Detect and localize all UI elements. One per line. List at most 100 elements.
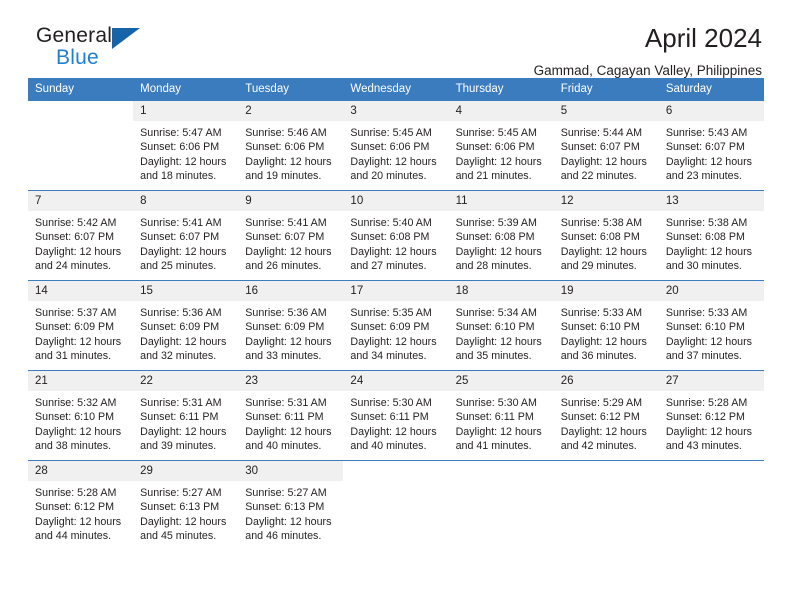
sunset-text: Sunset: 6:10 PM xyxy=(665,321,745,334)
daylight-text-line2: and 21 minutes. xyxy=(455,169,532,182)
day-number: 19 xyxy=(553,281,659,301)
day-details: Sunrise: 5:41 AM Sunset: 6:07 PM Daylight:… xyxy=(133,211,238,273)
day-details: Sunrise: 5:31 AM Sunset: 6:11 PM Daylight:… xyxy=(238,391,343,453)
day-cell-content xyxy=(28,101,134,190)
calendar-header-row: Sunday Monday Tuesday Wednesday Thursday… xyxy=(28,78,764,101)
daylight-text-line2: and 35 minutes. xyxy=(455,349,532,362)
day-number: 16 xyxy=(238,281,344,301)
day-cell-content: 29 Sunrise: 5:27 AM Sunset: 6:13 PM Dayligh… xyxy=(133,461,239,549)
logo-word-blue: Blue xyxy=(56,46,99,69)
day-number: 26 xyxy=(553,371,659,391)
calendar-day-cell xyxy=(28,100,134,191)
sunrise-sunset-calendar: Sunday Monday Tuesday Wednesday Thursday… xyxy=(28,78,764,549)
sunrise-text: Sunrise: 5:34 AM xyxy=(455,307,537,319)
day-cell-content: 17 Sunrise: 5:35 AM Sunset: 6:09 PM Dayligh… xyxy=(343,281,449,370)
calendar-day-cell[interactable]: 29 Sunrise: 5:27 AM Sunset: 6:13 PM Dayligh… xyxy=(133,460,239,549)
calendar-day-cell xyxy=(448,460,554,549)
logo-word-general: General xyxy=(36,24,113,47)
day-details: Sunrise: 5:35 AM Sunset: 6:09 PM Daylight:… xyxy=(343,301,448,363)
calendar-day-cell[interactable]: 23 Sunrise: 5:31 AM Sunset: 6:11 PM Dayligh… xyxy=(238,370,344,461)
generalblue-logo[interactable]: General Blue xyxy=(28,25,156,68)
day-number: 12 xyxy=(553,191,659,211)
daylight-text-line1: Daylight: 12 hours xyxy=(140,515,227,528)
day-cell-content: 1 Sunrise: 5:47 AM Sunset: 6:06 PM Daylight… xyxy=(133,101,239,190)
daylight-text-line2: and 36 minutes. xyxy=(560,349,637,362)
day-cell-content: 3 Sunrise: 5:45 AM Sunset: 6:06 PM Daylight… xyxy=(343,101,449,190)
calendar-day-cell[interactable]: 10 Sunrise: 5:40 AM Sunset: 6:08 PM Dayligh… xyxy=(343,190,449,281)
calendar-day-cell[interactable]: 26 Sunrise: 5:29 AM Sunset: 6:12 PM Dayligh… xyxy=(553,370,659,461)
calendar-day-cell[interactable]: 9 Sunrise: 5:41 AM Sunset: 6:07 PM Daylight… xyxy=(238,190,344,281)
sunset-text: Sunset: 6:12 PM xyxy=(560,411,640,424)
calendar-day-cell[interactable]: 28 Sunrise: 5:28 AM Sunset: 6:12 PM Dayligh… xyxy=(28,460,134,549)
day-cell-content: 15 Sunrise: 5:36 AM Sunset: 6:09 PM Dayligh… xyxy=(133,281,239,370)
calendar-day-cell[interactable]: 24 Sunrise: 5:30 AM Sunset: 6:11 PM Dayligh… xyxy=(343,370,449,461)
calendar-day-cell[interactable]: 3 Sunrise: 5:45 AM Sunset: 6:06 PM Daylight… xyxy=(343,100,449,191)
calendar-day-cell[interactable]: 1 Sunrise: 5:47 AM Sunset: 6:06 PM Daylight… xyxy=(133,100,239,191)
calendar-day-cell[interactable]: 8 Sunrise: 5:41 AM Sunset: 6:07 PM Daylight… xyxy=(133,190,239,281)
day-number: 14 xyxy=(28,281,134,301)
day-cell-content: 8 Sunrise: 5:41 AM Sunset: 6:07 PM Daylight… xyxy=(133,191,239,280)
calendar-day-cell[interactable]: 7 Sunrise: 5:42 AM Sunset: 6:07 PM Daylight… xyxy=(28,190,134,281)
calendar-day-cell[interactable]: 20 Sunrise: 5:33 AM Sunset: 6:10 PM Dayligh… xyxy=(658,280,764,371)
weekday-header-tuesday: Tuesday xyxy=(238,78,344,101)
day-details: Sunrise: 5:39 AM Sunset: 6:08 PM Daylight:… xyxy=(449,211,554,273)
day-number xyxy=(343,461,449,481)
calendar-day-cell[interactable]: 13 Sunrise: 5:38 AM Sunset: 6:08 PM Dayligh… xyxy=(658,190,764,281)
daylight-text-line2: and 40 minutes. xyxy=(245,439,322,452)
sunset-text: Sunset: 6:12 PM xyxy=(35,501,115,514)
day-number: 6 xyxy=(658,101,764,121)
daylight-text-line2: and 46 minutes. xyxy=(245,529,322,542)
calendar-day-cell[interactable]: 12 Sunrise: 5:38 AM Sunset: 6:08 PM Dayligh… xyxy=(553,190,659,281)
page-subtitle: Gammad, Cagayan Valley, Philippines xyxy=(533,63,762,79)
calendar-week-row: 21 Sunrise: 5:32 AM Sunset: 6:10 PM Dayligh… xyxy=(28,370,764,461)
calendar-day-cell[interactable]: 25 Sunrise: 5:30 AM Sunset: 6:11 PM Dayligh… xyxy=(448,370,554,461)
daylight-text-line1: Daylight: 12 hours xyxy=(245,425,332,438)
calendar-day-cell[interactable]: 30 Sunrise: 5:27 AM Sunset: 6:13 PM Dayligh… xyxy=(238,460,344,549)
day-number: 15 xyxy=(133,281,239,301)
sunrise-text: Sunrise: 5:30 AM xyxy=(350,397,432,409)
day-cell-content: 24 Sunrise: 5:30 AM Sunset: 6:11 PM Dayligh… xyxy=(343,371,449,460)
day-details: Sunrise: 5:43 AM Sunset: 6:07 PM Daylight:… xyxy=(659,121,764,183)
daylight-text-line2: and 28 minutes. xyxy=(455,259,532,272)
calendar-day-cell[interactable]: 11 Sunrise: 5:39 AM Sunset: 6:08 PM Dayligh… xyxy=(448,190,554,281)
day-details: Sunrise: 5:33 AM Sunset: 6:10 PM Daylight:… xyxy=(659,301,764,363)
daylight-text-line1: Daylight: 12 hours xyxy=(665,155,752,168)
calendar-body: 1 Sunrise: 5:47 AM Sunset: 6:06 PM Daylight… xyxy=(28,100,764,549)
calendar-day-cell[interactable]: 21 Sunrise: 5:32 AM Sunset: 6:10 PM Dayligh… xyxy=(28,370,134,461)
daylight-text-line2: and 26 minutes. xyxy=(245,259,322,272)
sunset-text: Sunset: 6:07 PM xyxy=(560,141,640,154)
day-cell-content: 28 Sunrise: 5:28 AM Sunset: 6:12 PM Dayligh… xyxy=(28,461,134,549)
calendar-day-cell[interactable]: 4 Sunrise: 5:45 AM Sunset: 6:06 PM Daylight… xyxy=(448,100,554,191)
day-number: 22 xyxy=(133,371,239,391)
weekday-header-thursday: Thursday xyxy=(448,78,554,101)
calendar-day-cell[interactable]: 19 Sunrise: 5:33 AM Sunset: 6:10 PM Dayligh… xyxy=(553,280,659,371)
sunrise-text: Sunrise: 5:38 AM xyxy=(665,217,748,229)
calendar-day-cell[interactable]: 16 Sunrise: 5:36 AM Sunset: 6:09 PM Dayligh… xyxy=(238,280,344,371)
calendar-day-cell[interactable]: 5 Sunrise: 5:44 AM Sunset: 6:07 PM Daylight… xyxy=(553,100,659,191)
day-details: Sunrise: 5:33 AM Sunset: 6:10 PM Daylight:… xyxy=(554,301,659,363)
calendar-day-cell[interactable]: 17 Sunrise: 5:35 AM Sunset: 6:09 PM Dayligh… xyxy=(343,280,449,371)
calendar-day-cell[interactable]: 27 Sunrise: 5:28 AM Sunset: 6:12 PM Dayligh… xyxy=(658,370,764,461)
daylight-text-line2: and 40 minutes. xyxy=(350,439,427,452)
day-number: 8 xyxy=(133,191,239,211)
daylight-text-line2: and 31 minutes. xyxy=(35,349,112,362)
calendar-day-cell[interactable]: 6 Sunrise: 5:43 AM Sunset: 6:07 PM Daylight… xyxy=(658,100,764,191)
sunrise-text: Sunrise: 5:35 AM xyxy=(350,307,432,319)
daylight-text-line2: and 23 minutes. xyxy=(665,169,742,182)
day-cell-content: 23 Sunrise: 5:31 AM Sunset: 6:11 PM Dayligh… xyxy=(238,371,344,460)
calendar-day-cell[interactable]: 15 Sunrise: 5:36 AM Sunset: 6:09 PM Dayligh… xyxy=(133,280,239,371)
sunrise-text: Sunrise: 5:27 AM xyxy=(245,487,327,499)
daylight-text-line2: and 39 minutes. xyxy=(140,439,217,452)
calendar-day-cell[interactable]: 2 Sunrise: 5:46 AM Sunset: 6:06 PM Daylight… xyxy=(238,100,344,191)
calendar-day-cell[interactable]: 22 Sunrise: 5:31 AM Sunset: 6:11 PM Dayligh… xyxy=(133,370,239,461)
daylight-text-line1: Daylight: 12 hours xyxy=(665,245,752,258)
calendar-week-row: 28 Sunrise: 5:28 AM Sunset: 6:12 PM Dayligh… xyxy=(28,460,764,549)
day-cell-content: 5 Sunrise: 5:44 AM Sunset: 6:07 PM Daylight… xyxy=(553,101,659,190)
calendar-day-cell[interactable]: 18 Sunrise: 5:34 AM Sunset: 6:10 PM Dayligh… xyxy=(448,280,554,371)
day-cell-content xyxy=(553,461,659,549)
day-details: Sunrise: 5:38 AM Sunset: 6:08 PM Daylight:… xyxy=(659,211,764,273)
day-number: 10 xyxy=(343,191,449,211)
calendar-day-cell[interactable]: 14 Sunrise: 5:37 AM Sunset: 6:09 PM Dayligh… xyxy=(28,280,134,371)
daylight-text-line1: Daylight: 12 hours xyxy=(35,425,122,438)
daylight-text-line2: and 37 minutes. xyxy=(665,349,742,362)
